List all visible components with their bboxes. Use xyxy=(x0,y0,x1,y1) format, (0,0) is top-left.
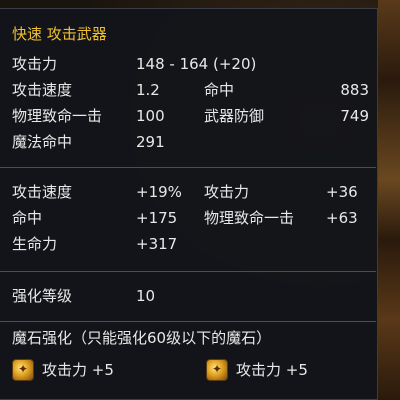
bonus-value: +36 xyxy=(326,183,358,201)
divider xyxy=(0,167,376,168)
manastone-slot-text: 攻击力 +5 xyxy=(42,361,114,379)
stat-label: 物理致命一击 xyxy=(12,107,103,125)
stat-value: 100 xyxy=(136,107,165,125)
background-character-strip xyxy=(378,0,400,400)
manastone-icon: ✦ xyxy=(12,359,34,381)
enhance-label: 强化等级 xyxy=(12,287,73,305)
stat-label: 攻击速度 xyxy=(12,81,73,99)
manastone-slot-text: 攻击力 +5 xyxy=(236,361,308,379)
divider xyxy=(0,321,376,322)
stat-label: 命中 xyxy=(204,81,235,99)
manastone-header: 魔石强化（只能强化60级以下的魔石） xyxy=(12,329,272,347)
bonus-label: 攻击力 xyxy=(204,183,250,201)
bonus-value: +317 xyxy=(136,235,178,253)
bonus-value: +19% xyxy=(136,183,182,201)
stat-label: 攻击力 xyxy=(12,55,58,73)
bonus-value: +175 xyxy=(136,209,178,227)
stat-label: 魔法命中 xyxy=(12,133,73,151)
enhance-value: 10 xyxy=(136,287,156,305)
bonus-label: 生命力 xyxy=(12,235,58,253)
stat-value: 1.2 xyxy=(136,81,160,99)
divider xyxy=(0,271,376,272)
stat-label: 武器防御 xyxy=(204,107,265,125)
bonus-value: +63 xyxy=(326,209,358,227)
bonus-label: 命中 xyxy=(12,209,43,227)
manastone-icon: ✦ xyxy=(206,359,228,381)
item-tooltip: 快速 攻击武器 攻击力 148 - 164 (+20) 攻击速度 1.2 命中 … xyxy=(0,8,378,400)
stat-value: 749 xyxy=(340,107,369,125)
stat-value: 291 xyxy=(136,133,165,151)
bonus-label: 物理致命一击 xyxy=(204,209,295,227)
stat-value: 148 - 164 (+20) xyxy=(136,55,257,73)
item-title: 快速 攻击武器 xyxy=(12,25,107,43)
bonus-label: 攻击速度 xyxy=(12,183,73,201)
stat-value: 883 xyxy=(340,81,369,99)
